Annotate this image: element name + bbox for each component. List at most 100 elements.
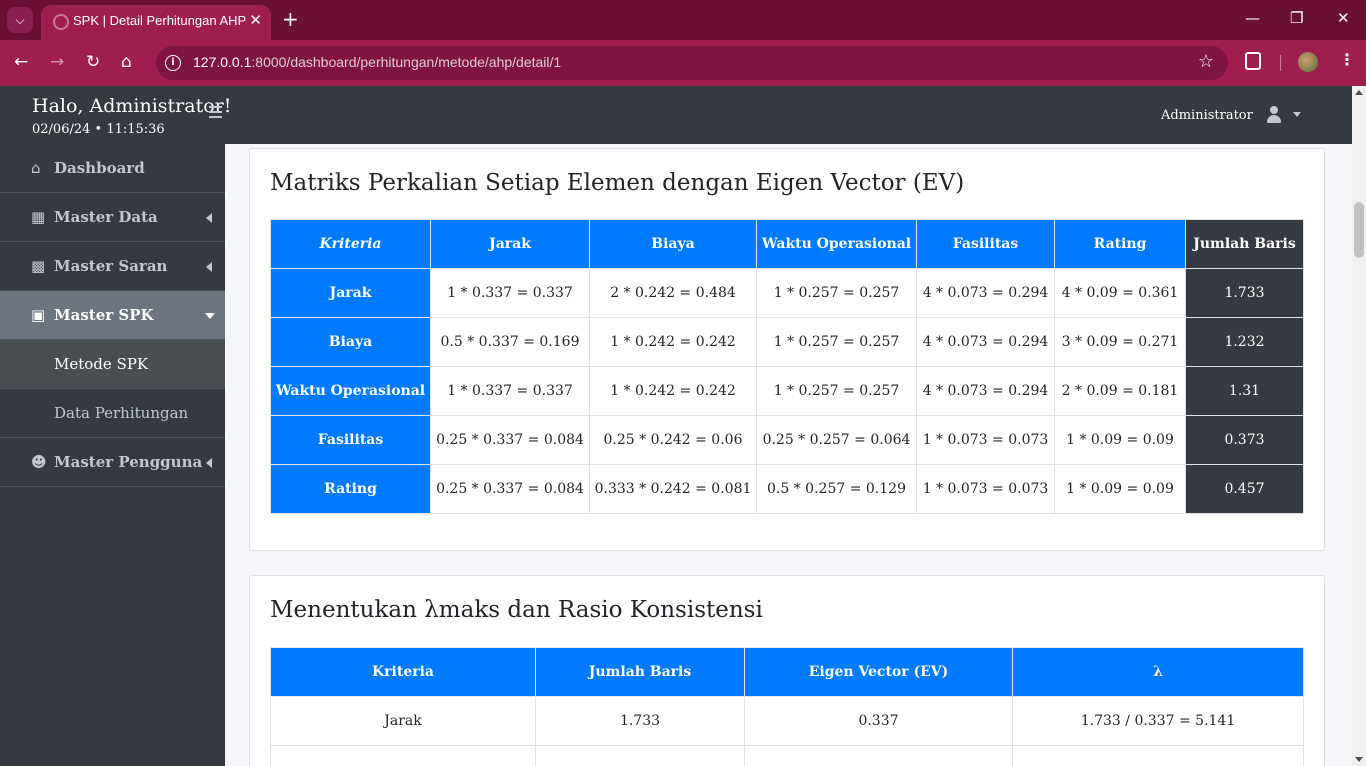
table-cell: 4 * 0.073 = 0.294 [916,366,1055,416]
lambda-table: Kriteria Jumlah Baris Eigen Vector (EV) … [270,647,1304,766]
table-row: Rating 0.25 * 0.337 = 0.084 0.333 * 0.24… [270,464,1304,514]
row-sum-cell: 0.373 [1185,415,1304,465]
column-header: Kriteria [270,219,431,269]
table-cell [535,745,745,766]
column-header: Kriteria [270,647,536,697]
page-scrollbar[interactable] [1352,86,1366,766]
chevron-left-icon [206,458,212,468]
table-cell: 0.25 * 0.337 = 0.084 [430,464,590,514]
sidebar-subitem-metode-spk[interactable]: Metode SPK [0,340,225,389]
column-header: Jumlah Baris [1185,219,1304,269]
table-cell: 0.25 * 0.257 = 0.064 [756,415,917,465]
table-header-row: Kriteria Jumlah Baris Eigen Vector (EV) … [270,647,1304,697]
card-title: Matriks Perkalian Setiap Elemen dengan E… [270,170,965,196]
users-cog-icon: ☻ [31,453,47,471]
row-header: Fasilitas [270,415,431,465]
table-cell: 1 * 0.257 = 0.257 [756,268,917,318]
table-cell: 0.25 * 0.337 = 0.084 [430,415,590,465]
column-header: Eigen Vector (EV) [744,647,1013,697]
row-header: Biaya [270,317,431,367]
card-title: Menentukan λmaks dan Rasio Konsistensi [270,597,763,623]
matrix-table: Kriteria Jarak Biaya Waktu Operasional F… [270,219,1304,514]
column-header: Rating [1054,219,1186,269]
table-cell: 1 * 0.337 = 0.337 [430,366,590,416]
browser-tab-active[interactable]: SPK | Detail Perhitungan AHP ✕ [41,5,271,40]
sidebar-item-master-pengguna[interactable]: ☻ Master Pengguna [0,438,225,487]
scrollbar-thumb[interactable] [1354,202,1364,258]
matrix-card: Matriks Perkalian Setiap Elemen dengan E… [249,148,1325,551]
table-cell: 1 * 0.242 = 0.242 [589,366,757,416]
address-toolbar: ← → ↻ ⌂ i 127.0.0.1:8000/dashboard/perhi… [0,40,1366,86]
sidebar-item-master-saran[interactable]: ▩ Master Saran [0,242,225,291]
sidebar-item-master-spk[interactable]: ▣ Master SPK [0,291,225,340]
table-cell: 1 * 0.242 = 0.242 [589,317,757,367]
table-cell: 1.733 [535,696,745,746]
home-icon[interactable]: ⌂ [121,52,132,72]
table-cell: 4 * 0.073 = 0.294 [916,317,1055,367]
row-sum-cell: 0.457 [1185,464,1304,514]
table-cell: 2 * 0.09 = 0.181 [1054,366,1186,416]
new-tab-icon[interactable]: + [282,7,299,31]
table-cell: 1 * 0.09 = 0.09 [1054,415,1186,465]
forward-arrow-icon[interactable]: → [50,52,64,72]
table-cell: 1 * 0.073 = 0.073 [916,415,1055,465]
tab-title: SPK | Detail Perhitungan AHP [73,13,247,28]
column-header: λ [1012,647,1304,697]
table-cell: 1 * 0.257 = 0.257 [756,317,917,367]
bookmark-star-icon[interactable]: ☆ [1198,51,1214,72]
sidebar-item-dashboard[interactable]: ⌂ Dashboard [0,144,225,193]
url-input[interactable]: i 127.0.0.1:8000/dashboard/perhitungan/m… [156,46,1228,80]
table-cell: 0.337 [744,696,1013,746]
table-row: Jarak 1.733 0.337 1.733 / 0.337 = 5.141 [270,696,1304,746]
app-header: Halo, Administrator! 02/06/24 • 11:15:36… [0,86,1352,144]
home-icon: ⌂ [31,159,41,177]
column-header: Jarak [430,219,590,269]
sidebar: ⌂ Dashboard ▦ Master Data ▩ Master Saran… [0,144,225,766]
minimize-icon[interactable]: — [1245,9,1260,27]
column-header: Fasilitas [916,219,1055,269]
table-row: Fasilitas 0.25 * 0.337 = 0.084 0.25 * 0.… [270,415,1304,465]
scroll-up-icon[interactable] [1355,90,1363,95]
table-cell: 1 * 0.337 = 0.337 [430,268,590,318]
toolbar-divider [1280,55,1281,71]
sitemap-icon: ▣ [31,306,46,324]
table-row [270,745,1304,766]
table-cell: 1 * 0.257 = 0.257 [756,366,917,416]
tab-search-button[interactable]: ⌵ [7,7,33,33]
lambda-card: Menentukan λmaks dan Rasio Konsistensi K… [249,575,1325,766]
sidebar-item-master-data[interactable]: ▦ Master Data [0,193,225,242]
row-header: Rating [270,464,431,514]
profile-avatar-icon[interactable] [1298,52,1318,72]
sidebar-subitem-data-perhitungan[interactable]: Data Perhitungan [0,389,225,438]
chevron-left-icon [206,262,212,272]
table-cell: 1 * 0.073 = 0.073 [916,464,1055,514]
favicon-icon [53,14,69,30]
column-header: Waktu Operasional [756,219,917,269]
close-icon[interactable]: ✕ [249,11,262,29]
comment-icon: ▩ [31,257,46,275]
scroll-down-icon[interactable] [1355,757,1363,762]
url-text: 127.0.0.1:8000/dashboard/perhitungan/met… [193,54,562,70]
window-close-icon[interactable]: ✕ [1337,9,1350,27]
greeting-text: Halo, Administrator! [32,95,232,117]
extensions-icon[interactable] [1245,52,1261,70]
column-header: Jumlah Baris [535,647,745,697]
row-header: Jarak [270,268,431,318]
table-cell: 2 * 0.242 = 0.484 [589,268,757,318]
hamburger-menu-icon[interactable] [209,106,222,121]
site-info-icon[interactable]: i [165,55,181,71]
datetime-text: 02/06/24 • 11:15:36 [32,122,165,137]
table-cell: 0.5 * 0.257 = 0.129 [756,464,917,514]
table-header-row: Kriteria Jarak Biaya Waktu Operasional F… [270,219,1304,269]
restore-icon[interactable]: ❐ [1290,9,1303,27]
table-cell [744,745,1013,766]
row-sum-cell: 1.232 [1185,317,1304,367]
user-icon[interactable] [1266,106,1282,124]
user-dropdown-icon[interactable] [1293,112,1301,117]
table-cell: 1 * 0.09 = 0.09 [1054,464,1186,514]
user-name: Administrator [1161,108,1253,123]
browser-menu-icon[interactable]: ⋮ [1339,50,1355,69]
back-arrow-icon[interactable]: ← [14,52,28,72]
reload-icon[interactable]: ↻ [86,52,100,72]
table-cell: 4 * 0.09 = 0.361 [1054,268,1186,318]
